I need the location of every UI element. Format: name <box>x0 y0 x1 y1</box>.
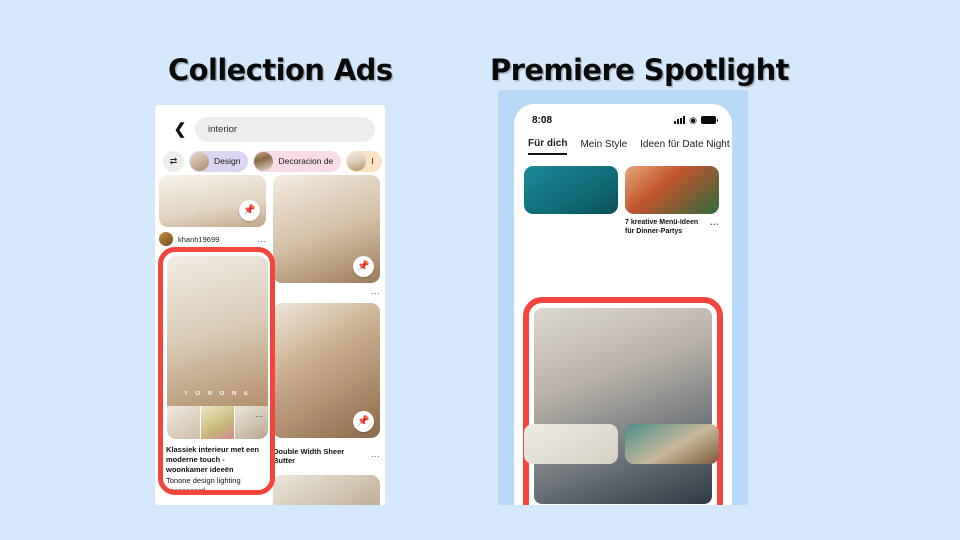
feed-card-image <box>625 424 719 464</box>
chip-design[interactable]: Design <box>189 150 249 172</box>
search-query-text: interior <box>208 123 238 135</box>
chip-thumbnail-icon <box>190 151 209 171</box>
feed-card[interactable]: 7 kreative Menü-Ideen für Dinner-Partys … <box>625 166 719 236</box>
battery-full-icon <box>701 116 718 124</box>
pin-card[interactable]: 📌 Double Width Sheer Butter ... <box>273 303 380 466</box>
status-clock: 8:08 <box>532 114 553 126</box>
heading-collection-ads: Collection Ads <box>168 53 393 87</box>
spotlight-ad-video[interactable] <box>534 308 712 504</box>
chip-label: I <box>371 156 374 166</box>
collection-ad-thumbnail[interactable] <box>235 406 268 439</box>
wifi-icon: ◉ <box>689 114 697 125</box>
pin-image: 📌 <box>273 303 380 438</box>
tab-mein-style[interactable]: Mein Style <box>580 139 627 154</box>
pin-card[interactable]: 📌 khanh19699 ... <box>159 175 266 246</box>
chip-label: Design <box>214 156 241 166</box>
feed-top-row: 7 kreative Menü-Ideen für Dinner-Partys … <box>514 166 732 236</box>
chip-third[interactable]: I <box>346 150 382 172</box>
pin-meta: khanh19699 ... <box>159 232 266 246</box>
pushpin-icon[interactable]: 📌 <box>239 200 260 221</box>
heading-premiere-spotlight: Premiere Spotlight <box>490 53 790 87</box>
status-bar: 8:08 ◉ <box>514 104 732 130</box>
tab-ideen-fuer-date-night[interactable]: Ideen für Date Night <box>640 139 730 154</box>
collection-ad-hero-image: T O N O N E <box>167 256 268 406</box>
chip-label: Decoracion de <box>278 156 334 166</box>
chip-thumbnail-icon <box>347 151 367 171</box>
feed-card[interactable] <box>524 166 618 236</box>
pin-title: Double Width Sheer Butter <box>273 447 345 466</box>
feed-card[interactable] <box>625 424 719 464</box>
tab-fuer-dich[interactable]: Für dich <box>528 138 568 155</box>
pin-meta: ... <box>273 287 380 296</box>
pushpin-icon[interactable]: 📌 <box>353 256 374 277</box>
premiere-spotlight-phone-mockup: 8:08 ◉ Für dich Mein Style Ideen für Dat… <box>498 90 748 505</box>
collection-ad-creative: T O N O N E <box>167 256 268 439</box>
feed-tab-bar: Für dich Mein Style Ideen für Date Night… <box>514 130 732 155</box>
feed-bottom-row <box>524 424 719 464</box>
overflow-menu-icon[interactable]: ... <box>371 450 380 459</box>
sponsored-label: gesponsord <box>166 486 206 495</box>
overflow-menu-icon[interactable]: ... <box>710 218 719 227</box>
feed-card-title: 7 kreative Menü-Ideen für Dinner-Partys … <box>625 218 719 236</box>
pin-card[interactable] <box>273 474 380 505</box>
collection-ad-subtitle: Tonone design lighting <box>166 476 241 486</box>
phone-screen: 8:08 ◉ Für dich Mein Style Ideen für Dat… <box>514 104 732 505</box>
feed-card[interactable] <box>524 424 618 464</box>
overflow-menu-icon[interactable]: ... <box>255 410 263 419</box>
overflow-menu-icon[interactable]: ... <box>257 235 266 244</box>
search-input[interactable]: interior <box>195 116 375 142</box>
cellular-bars-icon <box>674 116 686 124</box>
premiere-spotlight-ad-unit[interactable]: Zendaya und die Capucines ... Ⱡ Anzeige … <box>523 297 723 505</box>
collection-ad-title: Klassiek interieur met een moderne touch… <box>166 445 259 474</box>
pin-image: 📌 <box>273 175 380 283</box>
search-row: ❮ interior <box>155 113 385 145</box>
collection-ad-unit[interactable]: T O N O N E ... Klassiek interieur met e… <box>158 247 275 495</box>
pushpin-icon[interactable]: 📌 <box>353 411 374 432</box>
spotlight-ad-meta: Zendaya und die Capucines ... Ⱡ Anzeige … <box>529 504 717 505</box>
collection-ad-thumbnail[interactable] <box>201 406 234 439</box>
feed-card-title-text: 7 kreative Menü-Ideen für Dinner-Partys <box>625 219 699 236</box>
masonry-column-right: 📌 ... 📌 Double Width Sheer Butter ... <box>273 175 380 505</box>
filter-icon[interactable]: ⇄ <box>163 150 184 172</box>
feed-card-image <box>625 166 719 214</box>
pin-image: 📌 <box>159 175 266 227</box>
chip-decoracion-de[interactable]: Decoracion de <box>253 150 342 172</box>
status-icons: ◉ <box>674 114 718 125</box>
slide-canvas: Collection Ads Premiere Spotlight ❮ inte… <box>0 0 960 540</box>
chip-thumbnail-icon <box>254 151 274 171</box>
avatar <box>159 232 173 246</box>
chevron-left-icon[interactable]: ❮ <box>169 122 191 137</box>
brand-watermark: T O N O N E <box>183 391 251 397</box>
home-feed: 7 kreative Menü-Ideen für Dinner-Partys … <box>514 166 732 505</box>
pin-card[interactable]: 📌 ... <box>273 175 380 296</box>
pin-meta: Double Width Sheer Butter ... <box>273 443 380 466</box>
overflow-menu-icon[interactable]: ... <box>371 287 380 296</box>
collection-ad-text: Klassiek interieur met een moderne touch… <box>163 441 270 495</box>
feed-card-image <box>524 166 618 214</box>
filter-chip-row: ⇄ Design Decoracion de I <box>155 149 385 173</box>
pin-image <box>273 474 380 505</box>
pin-username: khanh19699 <box>178 234 220 244</box>
feed-card-image <box>524 424 618 464</box>
collection-ad-thumbnail-strip <box>167 406 268 439</box>
collection-ad-thumbnail[interactable] <box>167 406 200 439</box>
